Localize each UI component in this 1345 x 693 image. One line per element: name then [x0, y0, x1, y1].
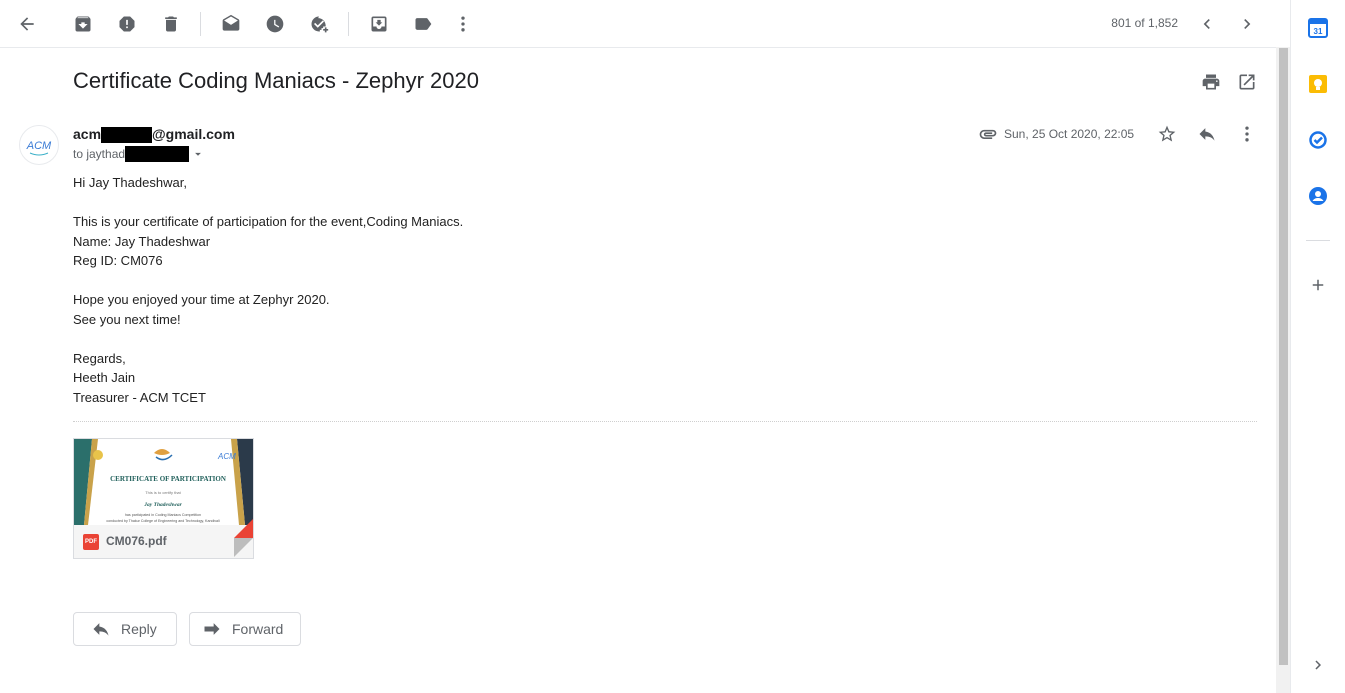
sender-avatar: ACM — [19, 125, 59, 165]
newer-icon[interactable] — [1195, 12, 1219, 36]
message-counter: 801 of 1,852 — [1111, 16, 1178, 30]
star-icon[interactable] — [1155, 122, 1179, 146]
redaction-block — [125, 146, 190, 162]
move-to-icon[interactable] — [367, 12, 391, 36]
attachment-filename: CM076.pdf — [106, 534, 167, 548]
side-panel-separator — [1306, 240, 1330, 241]
body-line: This is your certificate of participatio… — [73, 214, 464, 229]
reply-button[interactable]: Reply — [73, 612, 177, 646]
reply-label: Reply — [121, 621, 157, 637]
more-icon[interactable] — [451, 12, 475, 36]
back-icon[interactable] — [15, 12, 39, 36]
sender-suffix: @gmail.com — [152, 126, 235, 142]
body-line: See you next time! — [73, 311, 181, 327]
expand-panel-icon[interactable] — [1306, 653, 1330, 677]
preview-title: CERTIFICATE OF PARTICIPATION — [110, 475, 226, 483]
page-curl-icon — [213, 519, 253, 557]
sender-email[interactable]: acm @gmail.com — [73, 126, 235, 144]
delete-icon[interactable] — [159, 12, 183, 36]
pdf-icon: PDF — [83, 534, 99, 550]
snooze-icon[interactable] — [263, 12, 287, 36]
archive-icon[interactable] — [71, 12, 95, 36]
recipient-prefix: to jaythad — [73, 147, 126, 161]
attachment-card[interactable]: ACM CERTIFICATE OF PARTICIPATION This is… — [73, 438, 254, 559]
signature-name: Heeth Jain — [73, 370, 136, 385]
forward-label: Forward — [232, 621, 284, 637]
label-icon[interactable] — [411, 12, 435, 36]
preview-line: This is to certify that — [145, 490, 181, 495]
forward-icon — [204, 623, 220, 635]
add-icon[interactable] — [1306, 273, 1330, 297]
show-details-icon[interactable] — [191, 147, 205, 161]
body-line: Reg ID: CM076 — [73, 253, 163, 268]
email-body: Hi Jay Thadeshwar, This is your certific… — [73, 173, 463, 407]
email-subject: Certificate Coding Maniacs - Zephyr 2020 — [73, 68, 479, 93]
greeting: Hi Jay Thadeshwar, — [73, 175, 187, 190]
preview-name: Jay Thadeshwar — [143, 502, 182, 508]
scrollbar-thumb[interactable] — [1279, 48, 1288, 665]
avatar-text: ACM — [26, 140, 52, 152]
body-line: Hope you enjoyed your time at Zephyr 202… — [73, 292, 330, 307]
reply-icon[interactable] — [1195, 122, 1219, 146]
add-to-tasks-icon[interactable] — [307, 12, 331, 36]
body-line: Name: Jay Thadeshwar — [73, 233, 211, 249]
sender-prefix: acm — [73, 126, 102, 142]
reply-icon — [93, 623, 109, 636]
preview-line: has participated in Coding Maniacs Compe… — [125, 513, 201, 517]
report-spam-icon[interactable] — [115, 12, 139, 36]
preview-line: conducted by Thakur College of Engineeri… — [106, 519, 219, 523]
attachment-footer: PDF CM076.pdf — [74, 519, 253, 558]
attachment-clip-icon — [976, 122, 1000, 146]
forward-button[interactable]: Forward — [189, 612, 301, 646]
contacts-icon[interactable] — [1306, 184, 1330, 208]
redaction-block — [101, 127, 153, 144]
signature-role: Treasurer - ACM TCET — [73, 389, 206, 405]
attachment-preview: ACM CERTIFICATE OF PARTICIPATION This is… — [74, 439, 253, 525]
older-icon[interactable] — [1235, 12, 1259, 36]
mark-unread-icon[interactable] — [219, 12, 243, 36]
signature-regards: Regards, — [73, 350, 126, 366]
calendar-icon[interactable]: 31 — [1306, 16, 1330, 40]
more-options-icon[interactable] — [1235, 122, 1259, 146]
toolbar-divider — [200, 12, 201, 36]
print-icon[interactable] — [1199, 70, 1223, 94]
email-date: Sun, 25 Oct 2020, 22:05 — [1004, 127, 1135, 141]
open-in-new-window-icon[interactable] — [1235, 70, 1259, 94]
toolbar: 801 of 1,852 — [0, 0, 1276, 48]
svg-text:ACM: ACM — [217, 452, 236, 461]
tasks-icon[interactable] — [1306, 128, 1330, 152]
side-panel-divider — [1290, 0, 1291, 693]
keep-icon[interactable] — [1306, 72, 1330, 96]
recipient-line[interactable]: to jaythad — [73, 146, 205, 162]
calendar-day: 31 — [1314, 27, 1323, 36]
toolbar-divider — [348, 12, 349, 36]
attachments-divider — [73, 421, 1257, 422]
